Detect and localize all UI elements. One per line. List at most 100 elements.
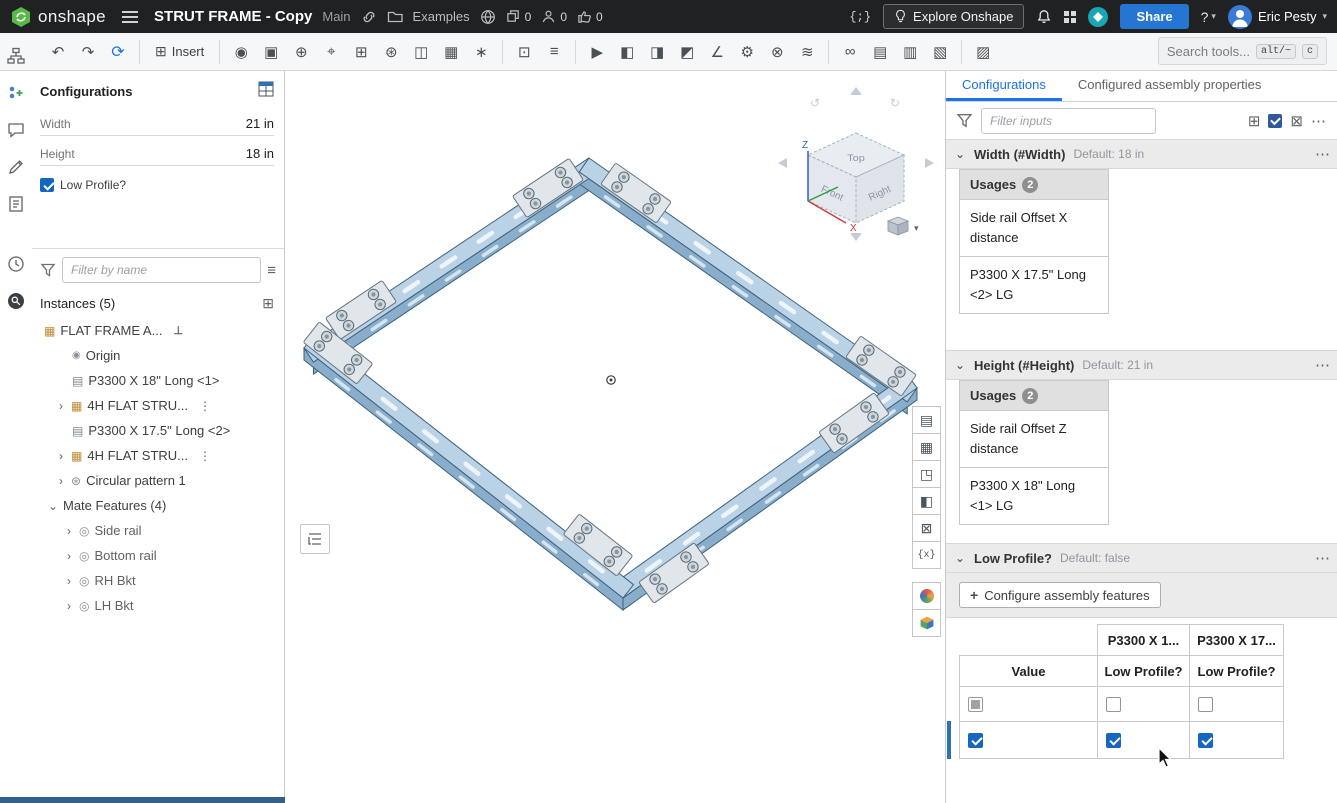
config-row-false[interactable]	[959, 686, 1284, 722]
linear-pattern-icon[interactable]: ⊞	[347, 38, 375, 66]
assembly-tree-flyout-button[interactable]	[300, 524, 330, 554]
public-icon[interactable]	[480, 9, 496, 25]
publication-icon[interactable]: ▨	[969, 38, 997, 66]
tree-item-bottom-rail-mate[interactable]: › ◎ Bottom rail	[32, 543, 284, 568]
view-options-button[interactable]: ▾	[886, 216, 919, 236]
animate-icon[interactable]: ▶	[583, 38, 611, 66]
learning-center-icon[interactable]	[1088, 6, 1109, 27]
chevron-down-icon[interactable]: ⌄	[954, 147, 966, 161]
sprocket-icon[interactable]: ⊗	[763, 38, 791, 66]
variables-icon[interactable]: {x}	[912, 541, 941, 569]
filter-inputs-input[interactable]	[981, 107, 1156, 134]
parts-list-icon[interactable]: ▦	[912, 433, 941, 461]
open-flyout-icon[interactable]: ⊞	[262, 295, 274, 312]
tree-item-p3300-18[interactable]: ▤ P3300 X 18" Long <1>	[32, 368, 284, 393]
move-tree-icon[interactable]: ◳	[912, 460, 941, 488]
bom-icon[interactable]: ▤	[866, 38, 894, 66]
config-menu-icon[interactable]: ⋮	[199, 399, 211, 413]
low-profile-section-header[interactable]: ⌄ Low Profile? Default: false ⋯	[946, 543, 1337, 573]
tab-configured-assembly-properties[interactable]: Configured assembly properties	[1062, 71, 1278, 101]
onshape-logo[interactable]: onshape	[10, 6, 106, 28]
chevron-down-icon[interactable]: ⌄	[954, 358, 966, 372]
usage-row[interactable]: Side rail Offset Z distance	[960, 411, 1108, 468]
tab-configurations[interactable]: Configurations	[946, 71, 1062, 101]
mirror-icon[interactable]: ◫	[407, 38, 435, 66]
tree-item-lh-bkt-mate[interactable]: › ◎ LH Bkt	[32, 593, 284, 618]
document-title[interactable]: STRUT FRAME - Copy	[154, 8, 312, 25]
chevron-right-icon[interactable]: ›	[64, 549, 74, 563]
tree-item-root-assembly[interactable]: ▦ FLAT FRAME A... ⊥	[32, 318, 284, 343]
user-menu[interactable]: Eric Pesty ▾	[1227, 4, 1327, 29]
mate-lock-icon[interactable]: ⊠	[912, 514, 941, 542]
tree-item-side-rail-mate[interactable]: › ◎ Side rail	[32, 518, 284, 543]
filter-by-name-input[interactable]	[62, 257, 262, 283]
explore-onshape-button[interactable]: Explore Onshape	[883, 4, 1025, 29]
link-icon[interactable]	[361, 9, 377, 25]
chevron-right-icon[interactable]: ›	[56, 474, 66, 488]
low-profile-checkbox-2[interactable]	[1198, 733, 1213, 749]
section-panel-icon[interactable]: ◧	[912, 487, 941, 515]
measure-icon[interactable]: ∠	[703, 38, 731, 66]
rotate-left-arrow[interactable]	[778, 158, 787, 168]
share-button[interactable]: Share	[1120, 4, 1189, 29]
history-icon[interactable]	[4, 252, 28, 276]
bottom-tabs-bar[interactable]	[0, 797, 285, 803]
low-profile-checkbox-2[interactable]	[1198, 697, 1213, 713]
structure-list-icon[interactable]: ▥	[896, 38, 924, 66]
chevron-right-icon[interactable]: ›	[64, 524, 74, 538]
workspace-label[interactable]: Main	[322, 9, 350, 24]
width-field[interactable]: Width 21 in	[40, 108, 274, 136]
value-checkbox[interactable]	[968, 733, 983, 749]
section-view-icon[interactable]: ◧	[613, 38, 641, 66]
tree-item-subassembly-2[interactable]: › ▦ 4H FLAT STRU... ⋮	[32, 443, 284, 468]
tree-item-subassembly-1[interactable]: › ▦ 4H FLAT STRU... ⋮	[32, 393, 284, 418]
more-options-icon[interactable]: ⋯	[1311, 112, 1327, 130]
copies-stat[interactable]: 0	[506, 9, 531, 24]
search-icon[interactable]	[4, 289, 28, 313]
likes-stat[interactable]: 0	[577, 9, 603, 24]
config-row-true[interactable]	[959, 721, 1284, 759]
chevron-right-icon[interactable]: ›	[56, 399, 66, 413]
app-store-icon[interactable]	[1064, 10, 1077, 23]
mate-connector-icon[interactable]: ⌖	[317, 38, 345, 66]
chevron-right-icon[interactable]: ›	[56, 449, 66, 463]
chevron-down-icon[interactable]: ⌄	[48, 499, 58, 513]
folder-name[interactable]: Examples	[413, 9, 470, 24]
featurescript-icon[interactable]: {;}	[849, 10, 871, 24]
assembly-model[interactable]: Top Front Right Z X ↺ ↻ ▾	[286, 71, 945, 803]
insert-button[interactable]: ⊞ Insert	[147, 38, 212, 66]
rotate-down-arrow[interactable]	[850, 233, 862, 241]
appearance-icon[interactable]: ◩	[673, 38, 701, 66]
fasten-icon[interactable]: ⊕	[287, 38, 315, 66]
main-menu-icon[interactable]	[122, 10, 139, 23]
config-menu-icon[interactable]: ⋮	[199, 449, 211, 463]
cube-face-top[interactable]: Top	[847, 154, 865, 164]
mate-icon[interactable]: ◉	[227, 38, 255, 66]
rotate-right-arrow[interactable]	[925, 158, 934, 168]
usage-row[interactable]: Side rail Offset X distance	[960, 200, 1108, 257]
document-structure-icon[interactable]	[4, 44, 28, 68]
chain-icon[interactable]: ∞	[836, 38, 864, 66]
tree-item-mate-features[interactable]: ⌄ Mate Features (4)	[32, 493, 284, 518]
chevron-down-icon[interactable]: ⌄	[954, 551, 966, 565]
configuration-table-icon[interactable]	[258, 81, 274, 102]
follow-mode-icon[interactable]	[4, 81, 28, 105]
more-options-icon[interactable]: ⋯	[1315, 356, 1331, 374]
drawing-icon[interactable]: ▧	[926, 38, 954, 66]
tree-item-circular-pattern[interactable]: › ⊛ Circular pattern 1	[32, 468, 284, 493]
roll-right-icon[interactable]: ↻	[890, 96, 900, 110]
edit-document-icon[interactable]	[4, 155, 28, 179]
table-view-icon[interactable]: ⊞	[1248, 112, 1261, 130]
gear-icon[interactable]: ⚙	[733, 38, 761, 66]
display-states-icon[interactable]: ◨	[643, 38, 671, 66]
rotate-up-arrow[interactable]	[850, 87, 862, 95]
followers-stat[interactable]: 0	[541, 9, 567, 24]
list-view-icon[interactable]: ≡	[267, 262, 276, 279]
tree-item-p3300-175[interactable]: ▤ P3300 X 17.5" Long <2>	[32, 418, 284, 443]
width-value[interactable]: 21 in	[246, 116, 274, 131]
origin-marker[interactable]	[606, 375, 616, 385]
circular-pattern-icon[interactable]: ⊛	[377, 38, 405, 66]
more-options-icon[interactable]: ⋯	[1315, 145, 1331, 163]
update-button[interactable]: ⟳	[104, 38, 132, 66]
height-section-header[interactable]: ⌄ Height (#Height) Default: 21 in ⋯	[946, 350, 1337, 380]
